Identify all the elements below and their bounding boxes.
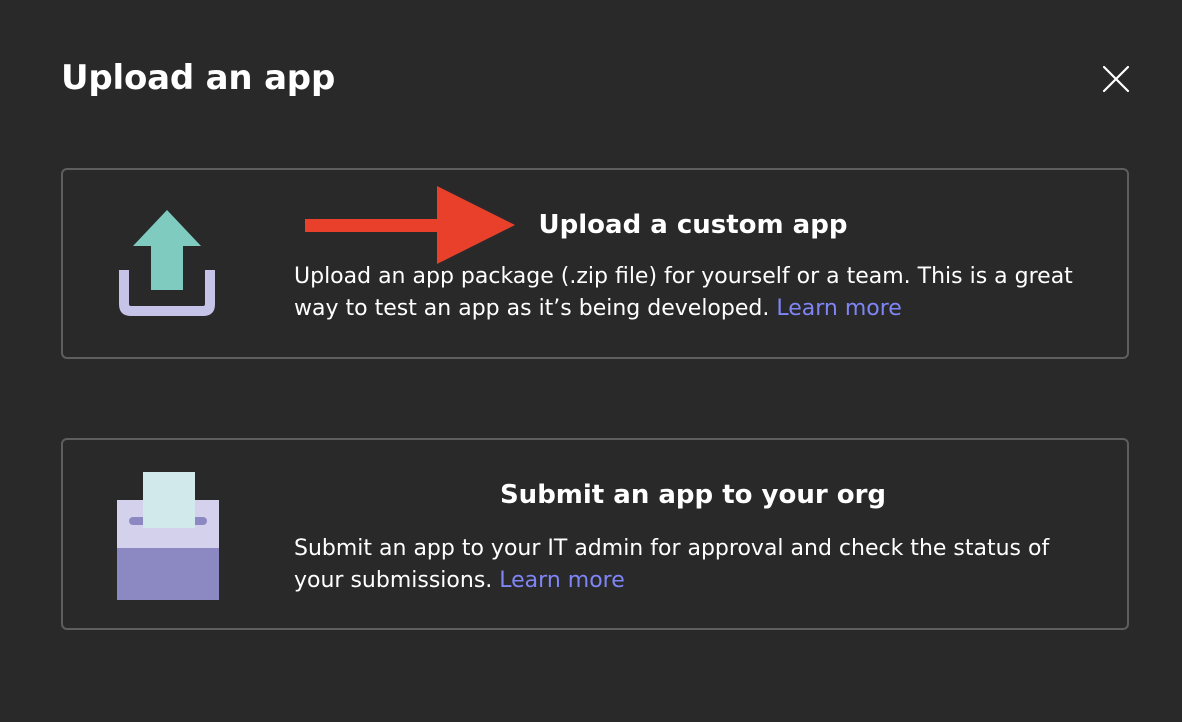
submit-app-to-org-description: Submit an app to your IT admin for appro… [294,533,1104,597]
submit-app-to-org-title: Submit an app to your org [499,480,887,510]
upload-custom-app-description: Upload an app package (.zip file) for yo… [294,261,1104,325]
submit-app-to-org-learn-more-link[interactable]: Learn more [499,568,624,593]
submit-app-to-org-card[interactable]: Submit an app to your org Submit an app … [61,438,1129,630]
upload-app-dialog: Upload an app Upload a custom app Upload… [0,0,1182,722]
upload-custom-app-title: Upload a custom app [538,210,848,240]
dialog-title: Upload an app [61,58,336,98]
close-icon [1102,65,1130,93]
close-button[interactable] [1098,61,1134,97]
upload-custom-app-description-text: Upload an app package (.zip file) for yo… [294,264,1073,321]
upload-custom-app-card[interactable]: Upload a custom app Upload an app packag… [61,168,1129,359]
submit-app-to-org-description-text: Submit an app to your IT admin for appro… [294,536,1050,593]
upload-custom-app-learn-more-link[interactable]: Learn more [776,296,901,321]
